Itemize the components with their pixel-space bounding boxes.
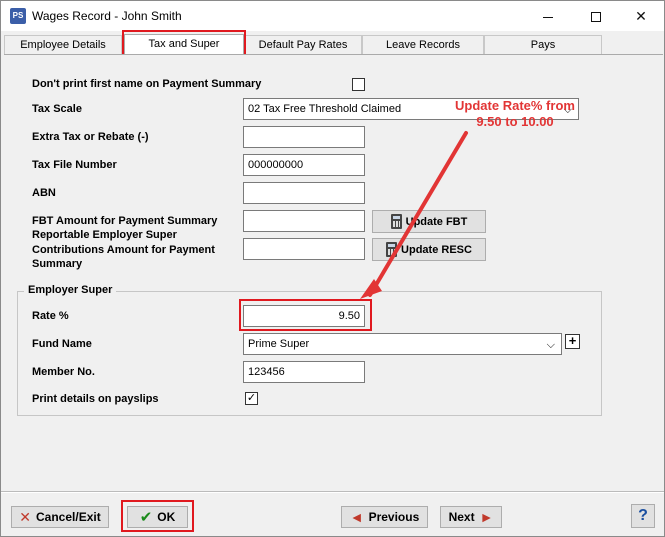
tax-and-super-panel: Don't print first name on Payment Summar… — [4, 54, 663, 484]
annotation-line1: Update Rate% from — [455, 98, 575, 113]
wages-record-window: PS Wages Record - John Smith ✕ Employee … — [0, 0, 665, 537]
previous-button[interactable]: ◄ Previous — [341, 506, 428, 528]
tab-pays[interactable]: Pays — [484, 35, 602, 54]
window-title: Wages Record - John Smith — [32, 9, 182, 23]
tab-employee-details[interactable]: Employee Details — [4, 35, 122, 54]
next-label: Next — [448, 510, 475, 524]
resc-label-line2: Contributions Amount for Payment — [32, 244, 215, 256]
resc-amount-input[interactable] — [243, 238, 365, 260]
help-button[interactable]: ? — [631, 504, 655, 528]
fbt-amount-input[interactable] — [243, 210, 365, 232]
arrow-right-icon: ► — [479, 509, 494, 525]
title-bar: PS Wages Record - John Smith ✕ — [1, 1, 664, 31]
tab-highlight-box — [122, 30, 246, 57]
help-icon: ? — [638, 507, 648, 524]
extra-tax-input[interactable] — [243, 126, 365, 148]
abn-label: ABN — [32, 187, 56, 199]
calculator-icon — [386, 242, 398, 257]
annotation-line2: 9.50 to 10.00 — [476, 114, 554, 129]
ok-highlight-box — [121, 500, 194, 532]
tax-scale-label: Tax Scale — [32, 103, 82, 115]
rate-highlight-box — [239, 299, 372, 331]
plus-icon: + — [568, 333, 577, 348]
chevron-down-icon: ⌵ — [546, 339, 555, 351]
tab-default-pay-rates[interactable]: Default Pay Rates — [244, 35, 362, 54]
next-button[interactable]: Next ► — [440, 506, 502, 528]
ps-app-icon: PS — [10, 8, 26, 24]
cancel-exit-button[interactable]: ✕ Cancel/Exit — [11, 506, 109, 528]
update-fbt-button[interactable]: Update FBT — [372, 210, 486, 233]
tax-file-number-label: Tax File Number — [32, 159, 117, 171]
tax-file-number-input[interactable]: 000000000 — [243, 154, 365, 176]
fund-name-value: Prime Super — [248, 338, 310, 350]
tab-leave-records[interactable]: Leave Records — [362, 35, 484, 54]
update-resc-label: Update RESC — [401, 243, 472, 256]
print-details-checkbox[interactable]: ✓ — [245, 392, 258, 405]
arrow-left-icon: ◄ — [349, 509, 364, 525]
rate-label: Rate % — [32, 310, 69, 322]
minimize-icon — [543, 16, 553, 18]
fund-name-label: Fund Name — [32, 338, 92, 350]
employer-super-title: Employer Super — [24, 284, 117, 296]
add-fund-button[interactable]: + — [565, 334, 580, 349]
update-resc-button[interactable]: Update RESC — [372, 238, 486, 261]
calculator-icon — [390, 214, 402, 229]
resc-label-line1: Reportable Employer Super — [32, 229, 177, 241]
minimize-button[interactable] — [525, 1, 571, 31]
tax-scale-value: 02 Tax Free Threshold Claimed — [248, 103, 402, 115]
print-details-label: Print details on payslips — [32, 393, 159, 405]
cancel-exit-label: Cancel/Exit — [36, 510, 101, 524]
extra-tax-label: Extra Tax or Rebate (-) — [32, 131, 149, 143]
fbt-amount-label: FBT Amount for Payment Summary — [32, 215, 218, 227]
maximize-icon — [591, 12, 601, 23]
dont-print-first-name-label: Don't print first name on Payment Summar… — [32, 78, 262, 90]
checkmark-icon: ✓ — [246, 392, 257, 404]
member-no-label: Member No. — [32, 366, 95, 378]
resc-label-line3: Summary — [32, 258, 83, 270]
abn-input[interactable] — [243, 182, 365, 204]
footer-separator-highlight — [1, 492, 664, 493]
fund-name-select[interactable]: Prime Super ⌵ — [243, 333, 562, 355]
close-icon: ✕ — [635, 8, 647, 24]
close-button[interactable]: ✕ — [618, 1, 664, 31]
dont-print-first-name-checkbox[interactable] — [352, 78, 365, 91]
tab-strip: Employee Details Tax and Super Default P… — [4, 34, 602, 55]
member-no-input[interactable]: 123456 — [243, 361, 365, 383]
maximize-button[interactable] — [573, 1, 619, 31]
annotation-callout: Update Rate% from 9.50 to 10.00 — [445, 98, 585, 130]
update-fbt-label: Update FBT — [405, 215, 468, 228]
x-icon: ✕ — [19, 508, 32, 525]
previous-label: Previous — [368, 510, 420, 524]
